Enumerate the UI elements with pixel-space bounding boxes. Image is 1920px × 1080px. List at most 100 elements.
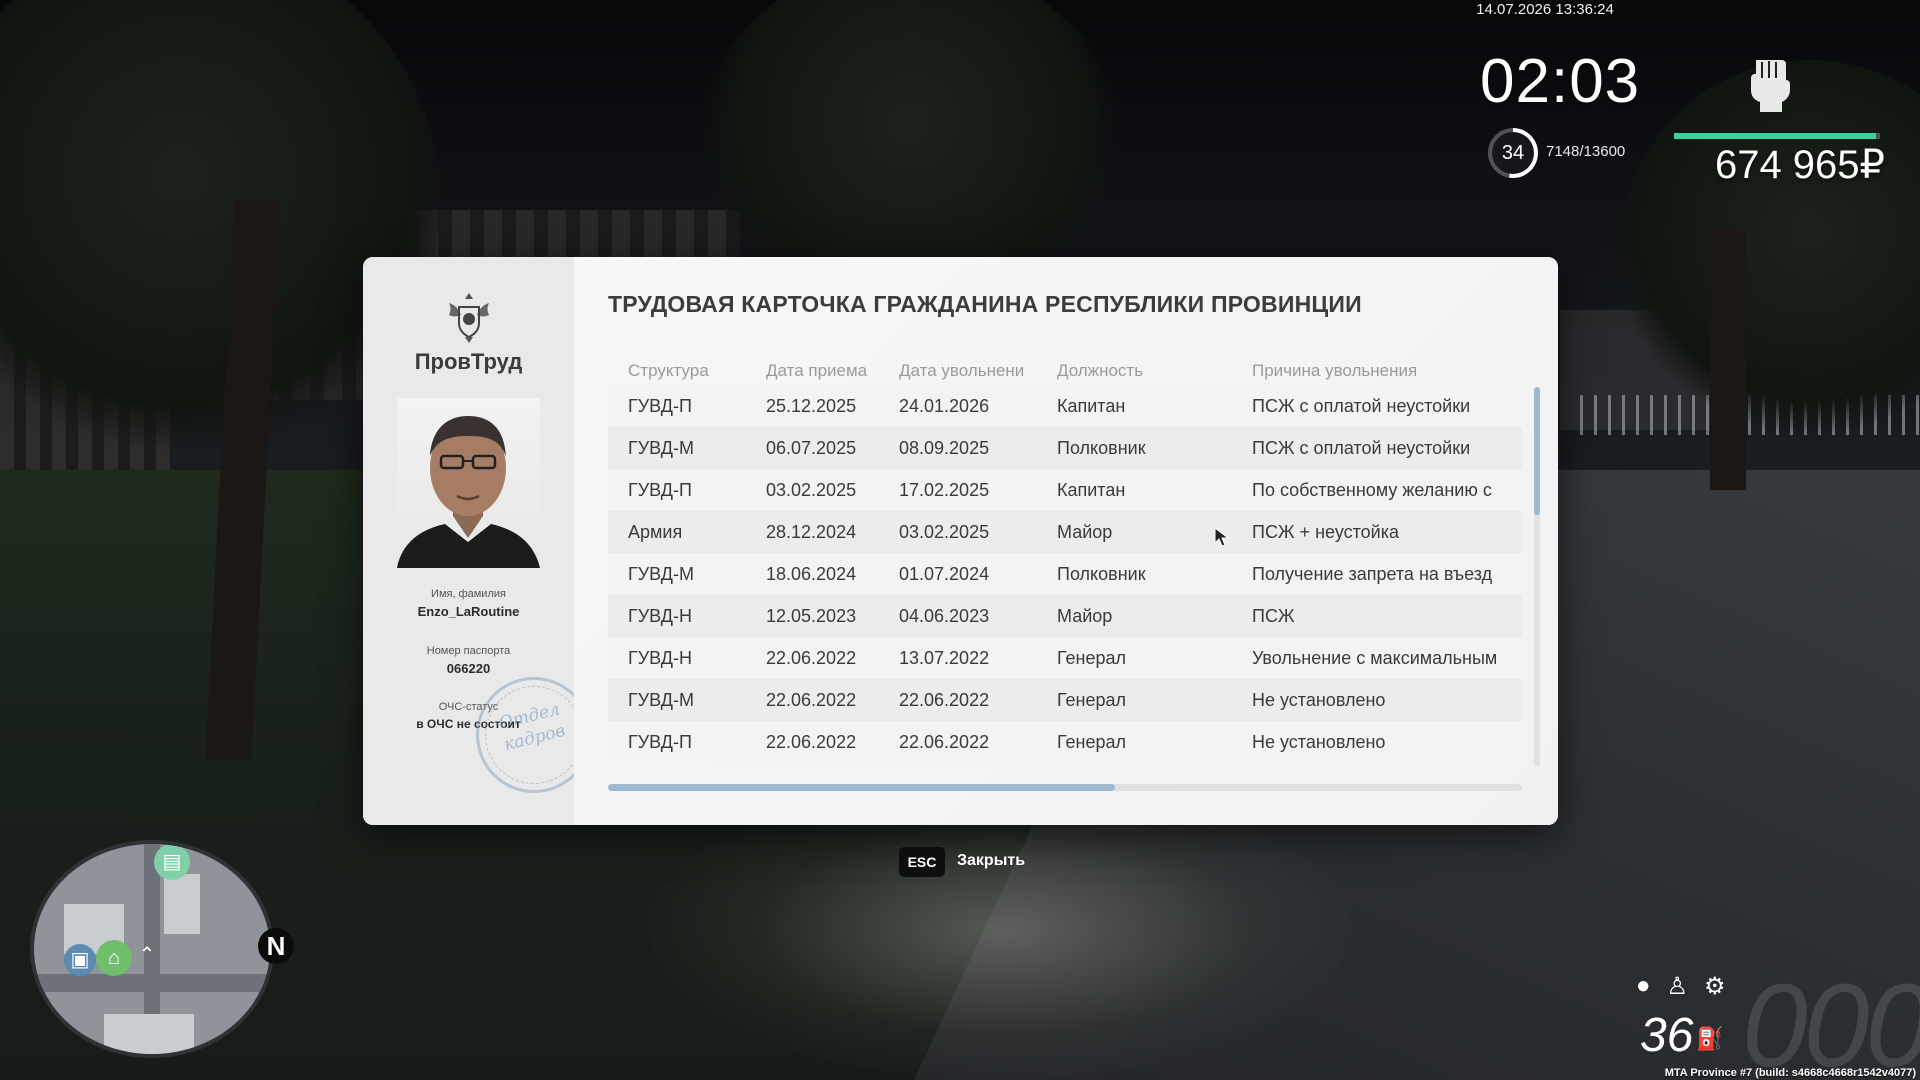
tree-trunk: [1710, 230, 1746, 490]
house-icon: ⌂: [96, 940, 132, 976]
minimap[interactable]: ▣ ⌂ ▤ ⌃: [30, 840, 274, 1058]
cell-hire-date: 18.06.2024: [766, 563, 857, 584]
brand-name: ПровТруд: [414, 349, 523, 374]
cell-hire-date: 22.06.2022: [766, 647, 857, 668]
work-record-main: ТРУДОВАЯ КАРТОЧКА ГРАЖДАНИНА РЕСПУБЛИКИ …: [574, 257, 1558, 825]
cell-structure: ГУВД-М: [628, 689, 694, 710]
table-row[interactable]: ГУВД-М 22.06.2022 22.06.2022 Генерал Не уста…: [608, 679, 1522, 721]
passport-value: 066220: [446, 661, 491, 676]
cell-structure: ГУВД-М: [628, 437, 694, 458]
seatbelt-icon: ♙: [1666, 973, 1689, 1000]
citizen-info-sidebar: ПровТруд Имя, фамилия Enzo_LaRoutine Ном…: [363, 257, 605, 825]
cell-position: Капитан: [1057, 395, 1126, 416]
esc-key-badge[interactable]: ESC: [899, 847, 945, 877]
work-record-dialog: ПровТруд Имя, фамилия Enzo_LaRoutine Ном…: [363, 257, 1558, 825]
cell-structure: ГУВД-М: [628, 563, 694, 584]
table-row[interactable]: ГУВД-П 03.02.2025 17.02.2025 Капитан По собс…: [608, 469, 1522, 511]
vertical-scrollbar-thumb[interactable]: [1534, 387, 1540, 515]
cell-structure: ГУВД-П: [628, 395, 692, 416]
table-row[interactable]: ГУВД-М 18.06.2024 01.07.2024 Полковник Получ…: [608, 553, 1522, 595]
cell-dismissal-date: 17.02.2025: [899, 479, 990, 500]
cell-position: Генерал: [1057, 647, 1127, 668]
headlight-glow: [650, 780, 1350, 1080]
cell-hire-date: 12.05.2023: [766, 605, 857, 626]
coat-of-arms-icon: [449, 293, 489, 343]
lights-icon: ●: [1636, 972, 1651, 999]
cell-dismissal-date: 01.07.2024: [899, 563, 990, 584]
engine-icon: ⚙: [1704, 973, 1726, 1000]
cell-dismissal-reason: По собственному желанию с: [1252, 479, 1492, 500]
mouse-cursor-icon: [1214, 527, 1230, 547]
cell-dismissal-reason: ПСЖ: [1252, 605, 1295, 626]
player-marker-icon: ⌃: [138, 944, 156, 966]
xp-counter: 7148/13600: [1546, 143, 1626, 160]
table-body: ГУВД-П 25.12.2025 24.01.2026 Капитан ПСЖ с о…: [608, 385, 1522, 763]
name-value: Enzo_LaRoutine: [417, 604, 520, 619]
cell-position: Генерал: [1057, 731, 1127, 752]
cell-dismissal-date: 03.02.2025: [899, 521, 990, 542]
garage-icon: ▣: [64, 944, 96, 976]
cell-structure: ГУВД-П: [628, 479, 692, 500]
table-row[interactable]: ГУВД-Н 12.05.2023 04.06.2023 Майор ПСЖ: [608, 595, 1522, 637]
cell-dismissal-date: 04.06.2023: [899, 605, 990, 626]
table-row[interactable]: ГУВД-М 06.07.2025 08.09.2025 Полковник ПСЖ с…: [608, 427, 1522, 469]
vehicle-status-icons: ● ♙ ⚙: [1636, 972, 1726, 1001]
fist-icon: [1750, 60, 1790, 112]
build-info: MTA Province #7 (build: s4668c4668r1542v…: [1664, 1067, 1916, 1079]
cell-dismissal-date: 13.07.2022: [899, 647, 990, 668]
horizontal-scrollbar[interactable]: [608, 784, 1522, 791]
cell-hire-date: 28.12.2024: [766, 521, 857, 542]
table-row[interactable]: Армия 28.12.2024 03.02.2025 Майор ПСЖ + неус…: [608, 511, 1522, 553]
dialog-title: ТРУДОВАЯ КАРТОЧКА ГРАЖДАНИНА РЕСПУБЛИКИ …: [608, 291, 1362, 317]
cell-dismissal-reason: ПСЖ с оплатой неустойки: [1252, 395, 1471, 416]
cell-hire-date: 25.12.2025: [766, 395, 857, 416]
column-header-structure: Структура: [628, 361, 709, 380]
speedometer-ghost-digits: 000: [1742, 960, 1920, 1080]
health-bar-fill: [1674, 133, 1876, 139]
employment-history-table[interactable]: Структура Дата приема Дата увольнени Дол…: [608, 357, 1522, 767]
cell-dismissal-date: 22.06.2022: [899, 689, 990, 710]
table-row[interactable]: ГУВД-П 22.06.2022 22.06.2022 Генерал Не уста…: [608, 721, 1522, 763]
cell-hire-date: 03.02.2025: [766, 479, 857, 500]
passport-label: Номер паспорта: [426, 645, 511, 657]
level-number: 34: [1501, 142, 1525, 164]
cell-dismissal-reason: Не установлено: [1252, 731, 1386, 752]
close-button[interactable]: Закрыть: [957, 852, 1025, 870]
minimap-building: [104, 1014, 194, 1054]
cell-dismissal-reason: Увольнение с максимальным: [1252, 647, 1498, 668]
column-header-position: Должность: [1057, 361, 1144, 380]
vehicle-speed: 36: [1640, 1009, 1694, 1062]
fuel-icon: ⛽: [1696, 1026, 1724, 1051]
cell-hire-date: 06.07.2025: [766, 437, 857, 458]
cell-position: Полковник: [1057, 563, 1146, 584]
cell-hire-date: 22.06.2022: [766, 689, 857, 710]
cell-structure: ГУВД-П: [628, 731, 692, 752]
horizontal-scrollbar-thumb[interactable]: [608, 784, 1115, 791]
compass-north-indicator: N: [258, 928, 294, 964]
table-row[interactable]: ГУВД-Н 22.06.2022 13.07.2022 Генерал Увольне…: [608, 637, 1522, 679]
cell-position: Капитан: [1057, 479, 1126, 500]
cell-hire-date: 22.06.2022: [766, 731, 857, 752]
cell-dismissal-reason: ПСЖ + неустойка: [1252, 521, 1400, 542]
health-bar: [1674, 133, 1880, 139]
minimap-building: [164, 874, 200, 934]
cell-position: Полковник: [1057, 437, 1146, 458]
cell-dismissal-date: 24.01.2026: [899, 395, 990, 416]
cell-dismissal-reason: Не установлено: [1252, 689, 1386, 710]
cell-dismissal-reason: Получение запрета на въезд: [1252, 563, 1493, 584]
column-header-dismissal-date: Дата увольнени: [899, 361, 1025, 380]
vertical-scrollbar[interactable]: [1534, 387, 1540, 767]
hud-clock: 02:03: [1480, 47, 1641, 116]
bus-stop-icon: ▤: [154, 844, 190, 880]
cell-position: Майор: [1057, 605, 1113, 626]
cell-structure: ГУВД-Н: [628, 605, 692, 626]
cell-dismissal-reason: ПСЖ с оплатой неустойки: [1252, 437, 1471, 458]
column-header-dismissal-reason: Причина увольнения: [1252, 361, 1418, 380]
hud-datetime: 14.07.2026 13:36:24: [1476, 1, 1614, 18]
cell-structure: Армия: [628, 521, 683, 542]
table-row[interactable]: ГУВД-П 25.12.2025 24.01.2026 Капитан ПСЖ с о…: [608, 385, 1522, 427]
citizen-photo: [397, 398, 540, 568]
citizen-portrait: [397, 416, 540, 568]
cell-structure: ГУВД-Н: [628, 647, 692, 668]
cell-dismissal-date: 08.09.2025: [899, 437, 990, 458]
